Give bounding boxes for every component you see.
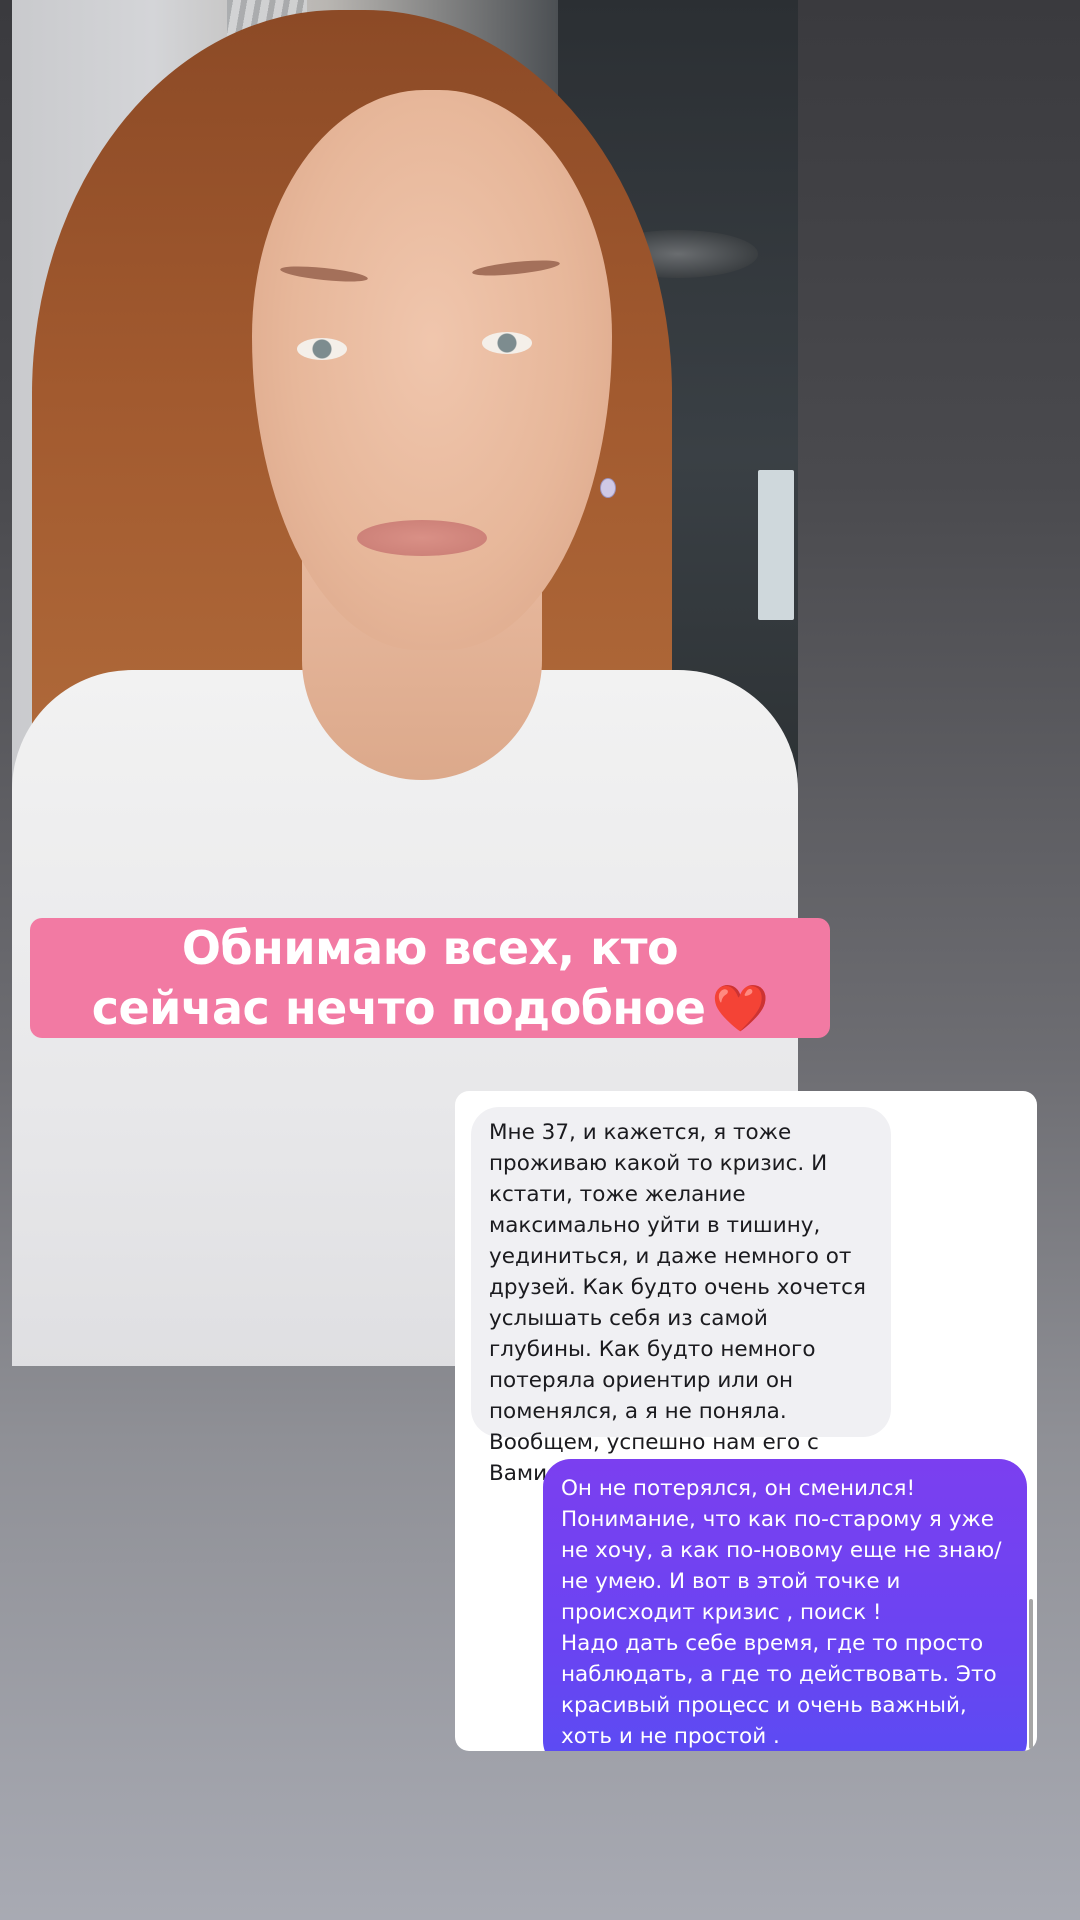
- lips: [357, 520, 487, 556]
- incoming-message-bubble: Мне 37, и кажется, я тоже проживаю какой…: [471, 1107, 891, 1486]
- scrollbar: [1029, 1599, 1033, 1749]
- caption-line-2: сейчас нечто подобное ❤️: [73, 978, 787, 1038]
- caption-sticker: Обнимаю всех, кто проживает сейчас нечто…: [30, 918, 830, 1038]
- earring: [600, 478, 616, 498]
- chat-screenshot-card: Мне 37, и кажется, я тоже проживаю какой…: [455, 1091, 1037, 1751]
- outgoing-message-bubble: Он не потерялся, он сменился! Понимание,…: [543, 1459, 1027, 1751]
- caption-line-2-text: сейчас нечто подобное: [91, 981, 706, 1035]
- face: [252, 90, 612, 650]
- background-window: [758, 470, 794, 620]
- heart-icon: ❤️: [711, 981, 769, 1035]
- left-eye: [297, 338, 347, 360]
- right-eye: [482, 332, 532, 354]
